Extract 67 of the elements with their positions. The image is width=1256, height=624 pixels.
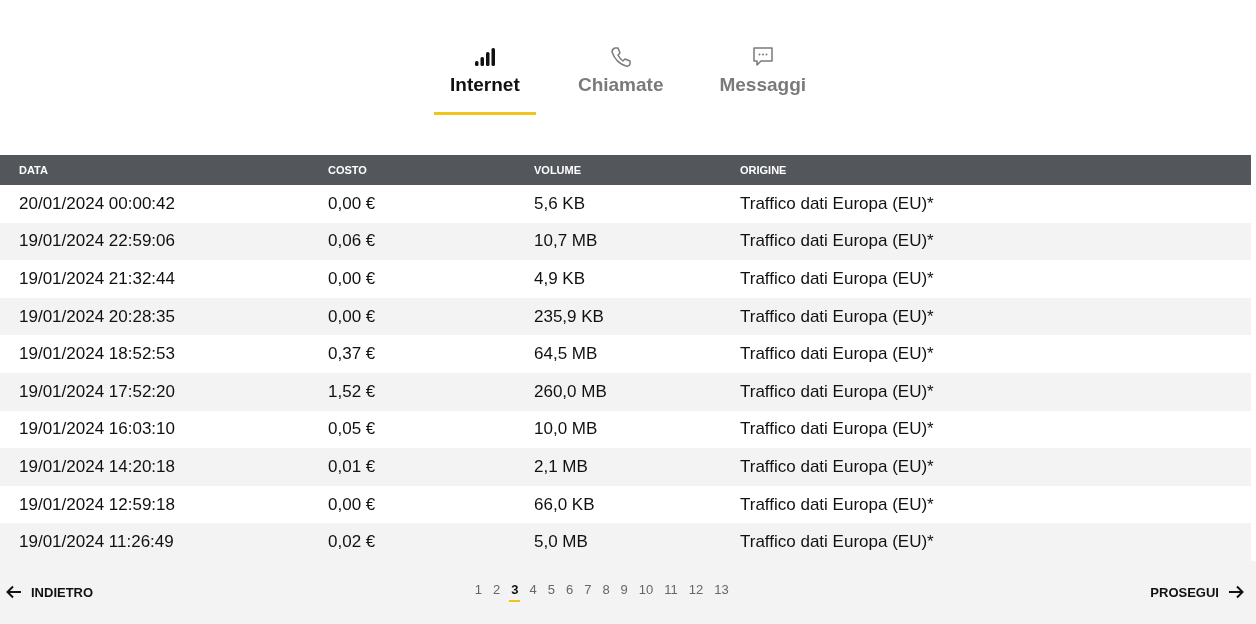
table-cell-text: Traffico dati Europa (EU)*	[740, 344, 935, 365]
table-cell-text: 0,37 €	[328, 344, 377, 365]
table-cell-text: 4,9 KB	[534, 269, 587, 289]
table-cell-text: Traffico dati Europa (EU)*	[740, 456, 935, 477]
page-link[interactable]: 2	[490, 582, 503, 603]
tab[interactable]: Chiamate	[563, 46, 678, 115]
table-cell-text: Traffico dati Europa (EU)*	[740, 494, 935, 515]
table-cell-text: 10,0 MB	[534, 419, 599, 440]
table-cell-text: 0,01 €	[328, 456, 377, 477]
table-cell-text: 0,05 €	[328, 419, 377, 440]
table-cell-text: 1,52 €	[328, 381, 377, 402]
table-cell-text: 19/01/2024 17:52:20	[18, 381, 176, 402]
column-header: ORIGINE	[740, 164, 788, 176]
table-cell-text: 2,1 MB	[534, 456, 589, 477]
table-cell-text: Traffico dati Europa (EU)*	[740, 381, 935, 402]
table-cell-text: 235,9 KB	[534, 306, 605, 327]
table-cell-text: 19/01/2024 18:52:53	[18, 344, 176, 365]
table-cell-text: 0,00 €	[328, 494, 377, 515]
table-cell-text: 64,5 MB	[534, 344, 599, 365]
tab[interactable]: Messaggi	[705, 46, 821, 115]
table-cell-text: 19/01/2024 14:20:18	[18, 456, 176, 477]
table-cell-text: 0,00 €	[328, 306, 377, 327]
signal-icon	[473, 46, 496, 68]
table-cell-text: 10,7 MB	[534, 231, 599, 252]
table-cell-text: 19/01/2024 11:26:49	[18, 532, 175, 553]
page-link[interactable]: 4	[527, 582, 539, 603]
table-cell-text: Traffico dati Europa (EU)*	[740, 193, 935, 214]
table-cell-text: 19/01/2024 22:59:06	[18, 231, 176, 252]
table-cell-text: 5,0 MB	[534, 532, 589, 553]
page-link[interactable]: 12	[686, 582, 706, 603]
table-cell-text: 20/01/2024 00:00:42	[18, 193, 176, 214]
table-cell-text: Traffico dati Europa (EU)*	[740, 306, 935, 327]
page-link[interactable]: 1	[472, 582, 484, 603]
page-link[interactable]: 11	[662, 582, 680, 603]
column-header: DATA	[18, 164, 49, 176]
chat-icon	[751, 46, 774, 68]
column-header: COSTO	[328, 164, 368, 176]
arrow-left-icon	[6, 585, 22, 600]
page-link[interactable]: 5	[545, 582, 557, 603]
page-link[interactable]: 10	[636, 582, 656, 603]
table-cell-text: Traffico dati Europa (EU)*	[740, 532, 935, 553]
table-cell-text: 5,6 KB	[534, 193, 587, 214]
next-link[interactable]: PROSEGUI	[1150, 584, 1244, 600]
page-link[interactable]: 9	[618, 582, 630, 603]
table-cell-text: Traffico dati Europa (EU)*	[740, 231, 935, 252]
table-cell-text: 19/01/2024 16:03:10	[18, 419, 176, 440]
tab[interactable]: Internet	[433, 46, 536, 115]
table-cell-text: Traffico dati Europa (EU)*	[740, 419, 935, 440]
table-cell-text: 0,00 €	[328, 193, 377, 214]
page-link[interactable]: 7	[582, 582, 594, 603]
arrow-right-icon	[1228, 585, 1244, 600]
page-link[interactable]: 6	[563, 582, 576, 603]
page-link[interactable]: 8	[600, 582, 612, 603]
table-cell-text: 260,0 MB	[534, 381, 608, 402]
page-link[interactable]: 13	[712, 582, 731, 603]
table-cell-text: 0,00 €	[328, 269, 377, 289]
table-cell-text: Traffico dati Europa (EU)*	[740, 269, 935, 289]
table-cell-text: 19/01/2024 20:28:35	[18, 306, 176, 327]
table-cell-text: 0,02 €	[328, 532, 377, 553]
table-cell-text: 19/01/2024 12:59:18	[18, 494, 176, 515]
table-cell-text: 66,0 KB	[534, 494, 596, 515]
table-cell-text: 0,06 €	[328, 231, 377, 252]
back-link[interactable]: INDIETRO	[6, 584, 94, 600]
phone-icon	[609, 46, 632, 68]
table-cell-text: 19/01/2024 21:32:44	[18, 269, 176, 289]
page-link[interactable]: 3	[509, 582, 521, 603]
column-header: VOLUME	[534, 164, 583, 176]
